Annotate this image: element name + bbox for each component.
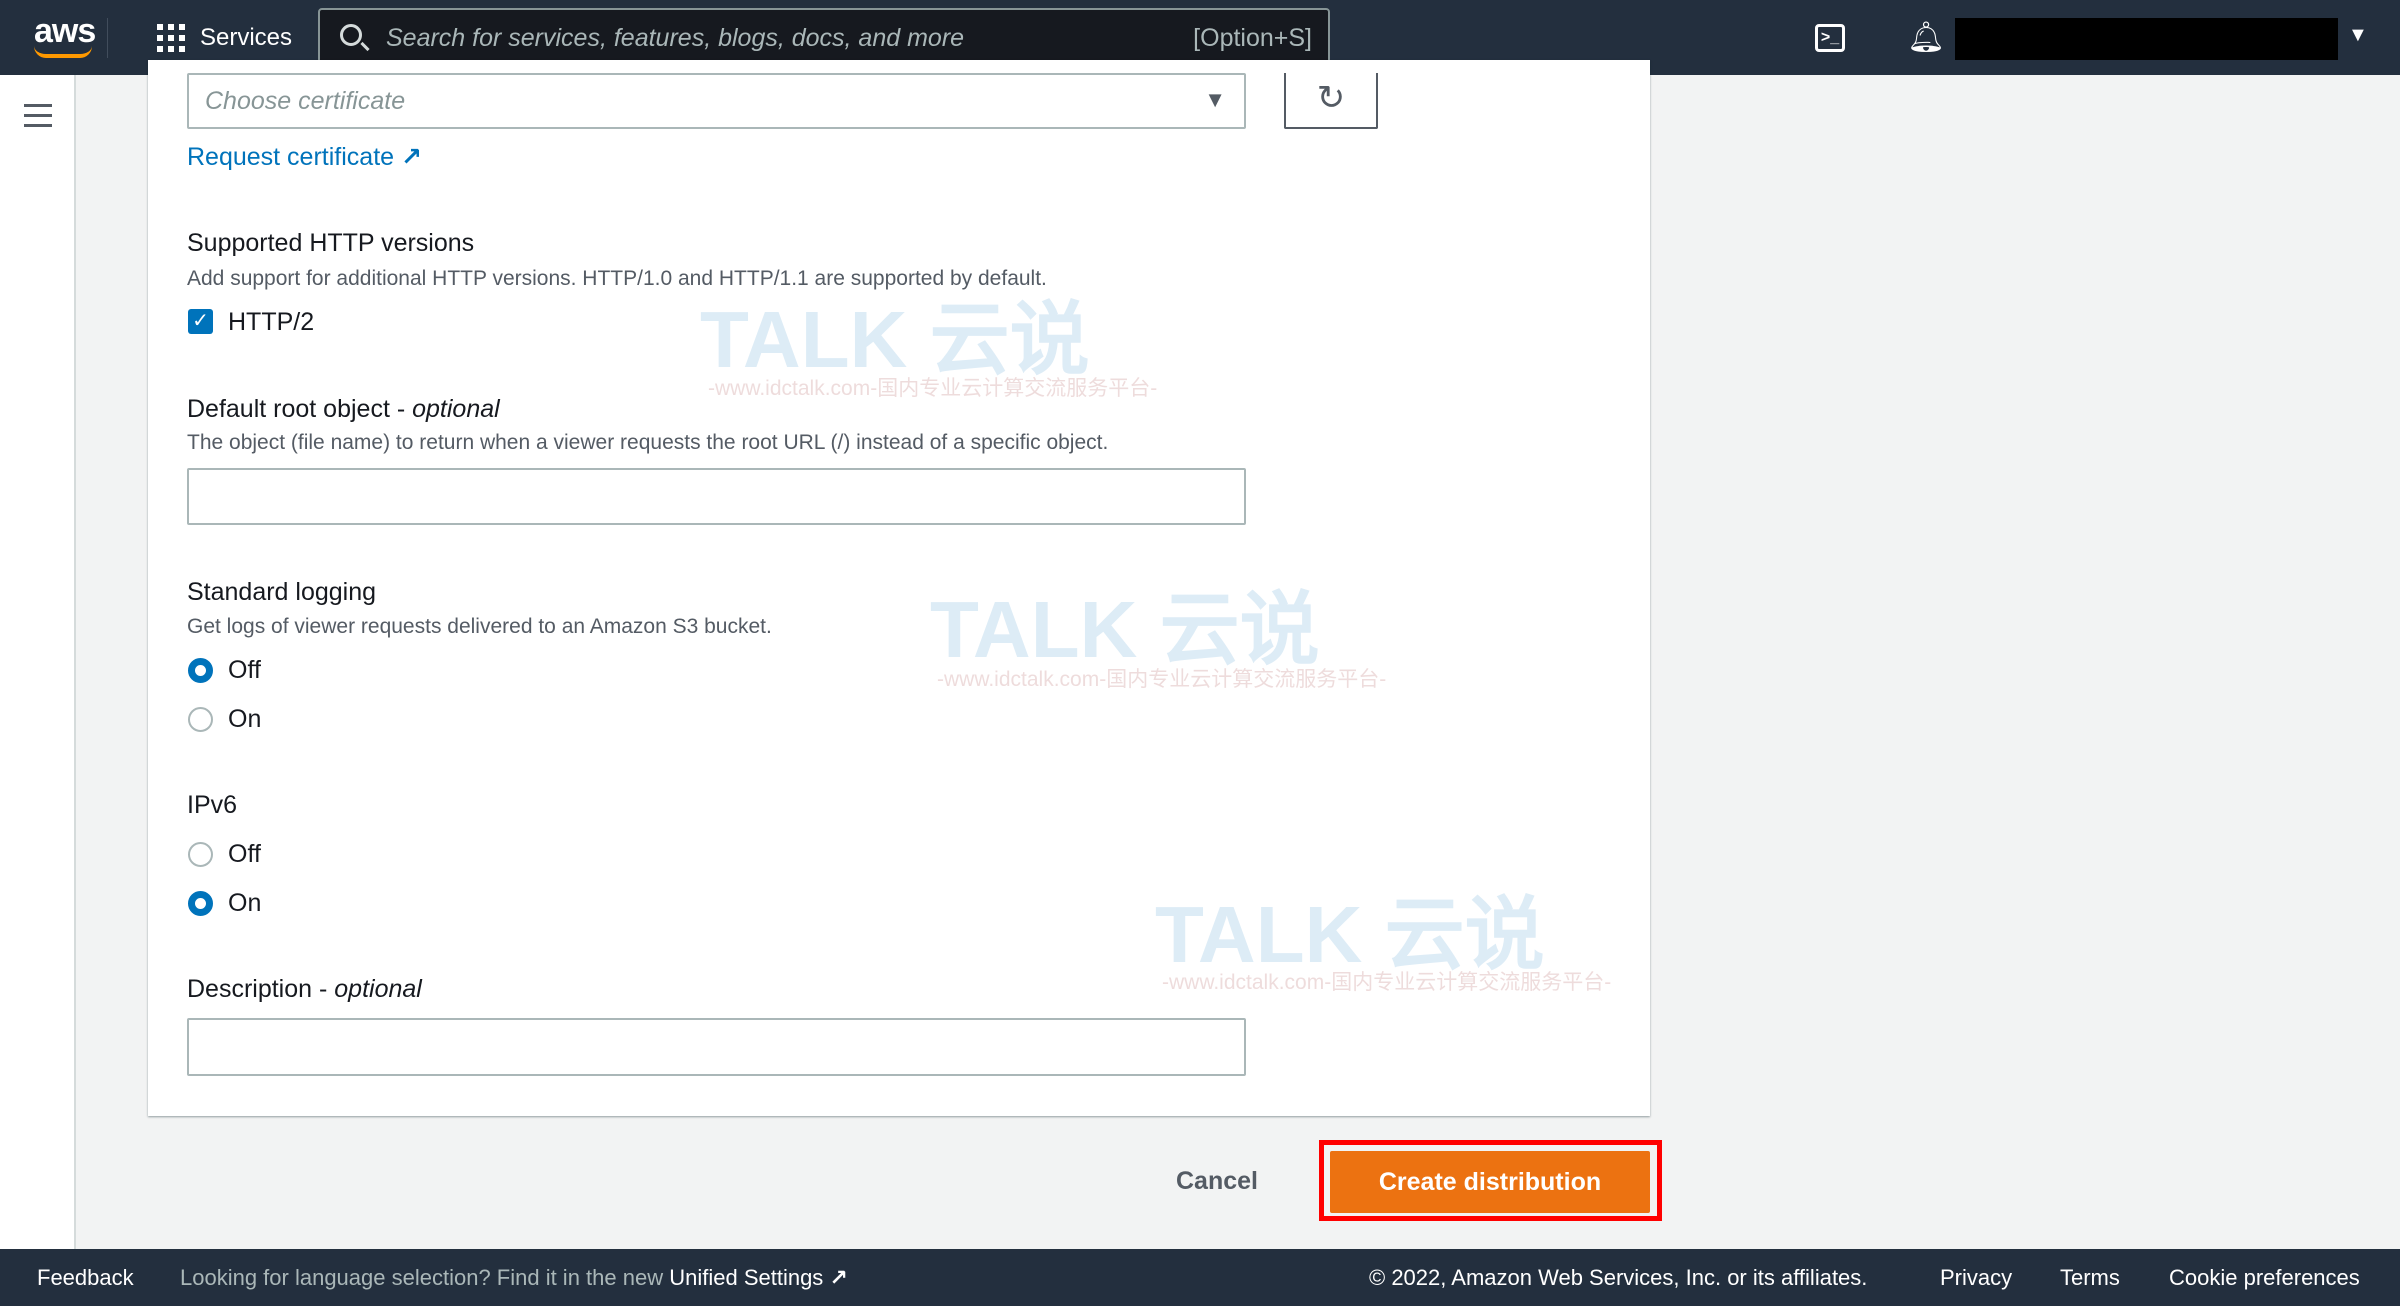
refresh-icon: ↻ <box>1316 79 1346 117</box>
menu-hamburger-icon[interactable] <box>24 104 52 134</box>
services-grid-icon[interactable] <box>157 24 185 52</box>
cancel-button[interactable]: Cancel <box>1176 1167 1258 1196</box>
notifications-bell-icon[interactable]: 🔔︎ <box>1907 20 1945 55</box>
external-link-icon: ↗ <box>401 143 422 171</box>
unified-settings-link[interactable]: Unified Settings <box>669 1265 823 1290</box>
language-prompt-text: Looking for language selection? Find it … <box>180 1265 670 1290</box>
search-icon <box>340 24 362 46</box>
logging-off-radio[interactable] <box>188 658 213 683</box>
account-caret-down-icon[interactable]: ▼ <box>2348 24 2368 47</box>
services-menu-button[interactable]: Services <box>200 24 292 52</box>
ipv6-off-label: Off <box>228 840 261 868</box>
default-root-label: Default root object - optional <box>187 395 500 424</box>
aws-logo-smile <box>34 46 92 58</box>
description-label-text: Description - <box>187 975 335 1003</box>
certificate-select[interactable]: Choose certificate ▼ <box>187 73 1246 129</box>
request-certificate-link[interactable]: Request certificate ↗ <box>187 142 422 172</box>
ipv6-on-radio[interactable] <box>188 891 213 916</box>
logging-on-radio[interactable] <box>188 707 213 732</box>
watermark-tagline: -www.idctalk.com-国内专业云计算交流服务平台- <box>937 668 1387 691</box>
watermark-tagline: -www.idctalk.com-国内专业云计算交流服务平台- <box>1162 971 1612 994</box>
ipv6-off-radio[interactable] <box>188 842 213 867</box>
search-placeholder: Search for services, features, blogs, do… <box>386 24 965 52</box>
description-input[interactable] <box>187 1018 1246 1076</box>
standard-logging-label: Standard logging <box>187 578 377 606</box>
search-shortcut: [Option+S] <box>1193 24 1312 52</box>
optional-tag: optional <box>334 975 422 1003</box>
watermark-tagline: -www.idctalk.com-国内专业云计算交流服务平台- <box>708 377 1158 400</box>
http-versions-label: Supported HTTP versions <box>187 229 475 257</box>
ipv6-on-label: On <box>228 889 262 917</box>
copyright: © 2022, Amazon Web Services, Inc. or its… <box>1369 1265 1868 1290</box>
side-navigation <box>0 75 76 1249</box>
ipv6-label: IPv6 <box>187 791 238 819</box>
feedback-link[interactable]: Feedback <box>37 1265 134 1291</box>
standard-logging-description: Get logs of viewer requests delivered to… <box>187 615 772 638</box>
external-link-icon: ↗ <box>829 1265 848 1290</box>
optional-tag: optional <box>412 395 500 423</box>
request-certificate-label: Request certificate <box>187 143 395 171</box>
account-menu-redacted[interactable] <box>1955 18 2338 60</box>
refresh-button[interactable]: ↻ <box>1284 73 1378 129</box>
logging-off-label: Off <box>228 656 261 684</box>
caret-down-icon: ▼ <box>1204 87 1226 112</box>
http2-label: HTTP/2 <box>228 308 315 336</box>
logging-on-label: On <box>228 705 262 733</box>
default-root-description: The object (file name) to return when a … <box>187 431 1109 454</box>
language-prompt: Looking for language selection? Find it … <box>180 1265 848 1291</box>
divider <box>107 18 108 58</box>
certificate-placeholder: Choose certificate <box>205 87 406 115</box>
privacy-link[interactable]: Privacy <box>1940 1265 2012 1291</box>
http2-checkbox[interactable]: ✓ <box>188 309 213 334</box>
cookie-preferences-link[interactable]: Cookie preferences <box>2169 1265 2360 1291</box>
create-distribution-button[interactable]: Create distribution <box>1330 1151 1650 1213</box>
default-root-input[interactable] <box>187 468 1246 525</box>
default-root-label-text: Default root object - <box>187 395 413 423</box>
footer: Feedback Looking for language selection?… <box>0 1249 2400 1306</box>
terms-link[interactable]: Terms <box>2060 1265 2120 1291</box>
description-label: Description - optional <box>187 975 422 1004</box>
search-input[interactable]: Search for services, features, blogs, do… <box>318 8 1330 66</box>
cloudshell-icon[interactable]: >_ <box>1815 24 1845 52</box>
